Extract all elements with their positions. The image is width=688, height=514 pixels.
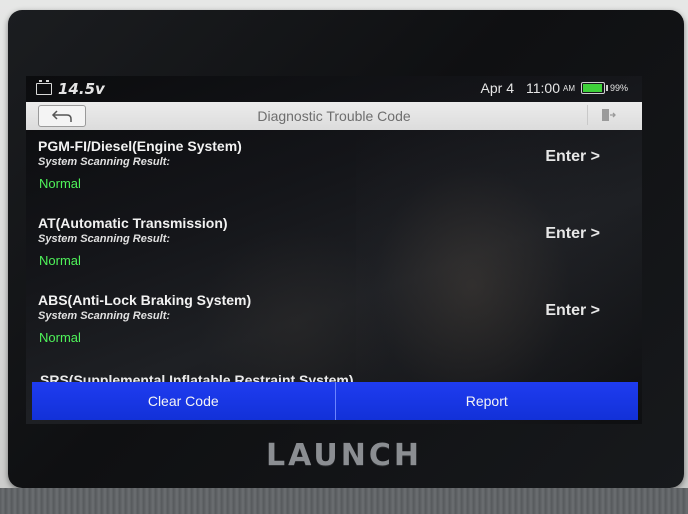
clear-code-button[interactable]: Clear Code (32, 382, 335, 420)
back-button[interactable] (38, 105, 86, 127)
system-name: PGM-FI/Diesel(Engine System) (38, 138, 242, 154)
list-item[interactable]: PGM-FI/Diesel(Engine System) System Scan… (26, 134, 642, 211)
car-battery-icon (36, 80, 52, 95)
system-name: ABS(Anti-Lock Braking System) (38, 292, 252, 308)
battery-percent: 99% (609, 83, 628, 93)
title-bar: Diagnostic Trouble Code (26, 102, 642, 130)
exit-door-icon (602, 109, 616, 121)
app-screen: 14.5v Apr 4 11:00 AM 99% Diagnostic Trou… (26, 76, 642, 424)
vehicle-voltage: 14.5v (36, 80, 105, 98)
brand-logo: LAUNCH (265, 438, 422, 473)
result-label: System Scanning Result: (38, 156, 171, 168)
action-bar: Clear Code Report (32, 382, 638, 420)
result-value: Normal (39, 176, 81, 191)
status-ampm: AM (562, 83, 575, 93)
page-title: Diagnostic Trouble Code (257, 108, 411, 124)
result-value: Normal (39, 253, 81, 268)
status-time: 11:00 (525, 80, 560, 96)
enter-button[interactable]: Enter > (545, 225, 600, 243)
result-label: System Scanning Result: (38, 310, 171, 322)
back-arrow-icon (51, 110, 72, 122)
partial-list-item[interactable]: SRS(Supplemental Inflatable Restraint Sy… (40, 374, 354, 382)
enter-button[interactable]: Enter > (545, 148, 600, 166)
system-name: AT(Automatic Transmission) (38, 215, 228, 231)
result-value: Normal (39, 330, 81, 345)
list-item[interactable]: AT(Automatic Transmission) System Scanni… (26, 211, 642, 288)
status-date: Apr 4 (480, 80, 514, 96)
status-right: Apr 4 11:00 AM 99% (481, 80, 628, 96)
device-stand (0, 488, 688, 514)
list-item[interactable]: ABS(Anti-Lock Braking System) System Sca… (26, 288, 642, 365)
battery-icon (580, 82, 608, 94)
system-name: SRS(Supplemental Inflatable Restraint Sy… (40, 374, 354, 382)
report-button[interactable]: Report (334, 382, 638, 420)
voltage-value: 14.5v (58, 80, 105, 98)
result-label: System Scanning Result: (38, 233, 171, 245)
system-list: PGM-FI/Diesel(Engine System) System Scan… (26, 134, 642, 365)
status-bar: 14.5v Apr 4 11:00 AM 99% (26, 76, 642, 102)
battery-fill (582, 84, 602, 92)
enter-button[interactable]: Enter > (545, 302, 600, 320)
exit-button[interactable] (587, 105, 628, 125)
